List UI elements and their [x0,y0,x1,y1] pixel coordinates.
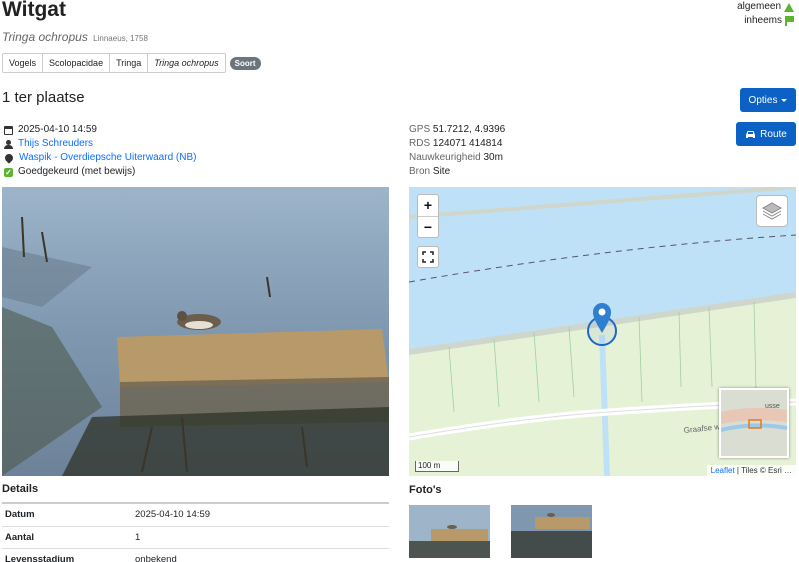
triangle-icon [784,2,794,12]
validation-status: Goedgekeurd (met bewijs) [18,166,136,177]
source-row: Bron Site [409,165,505,179]
leaflet-link[interactable]: Leaflet [711,466,735,475]
layers-icon [761,202,783,220]
fullscreen-button[interactable] [417,246,439,268]
photo-thumbnail-1[interactable] [409,505,490,558]
user-icon [4,139,13,149]
crumb-genus[interactable]: Tringa [110,53,149,73]
location-link[interactable]: Waspik - Overdiepsche Uiterwaard (NB) [19,151,196,165]
minimap-tiles: usse [721,390,787,456]
car-icon [746,131,756,138]
crumb-class[interactable]: Vogels [2,53,44,73]
rank-badge: Soort [229,56,261,70]
details-label: Datum [2,504,132,527]
route-button[interactable]: Route [736,122,796,146]
meta-date: 2025-04-10 14:59 [4,123,196,137]
zoom-out-button[interactable]: − [418,217,438,239]
species-common-name: Witgat [2,0,66,21]
observation-heading: 1 ter plaatse [2,89,85,106]
rds-value: 124071 414814 [432,138,503,149]
observation-photo[interactable] [2,187,389,476]
table-row: Datum 2025-04-10 14:59 [2,504,389,527]
location-map[interactable]: Graafse w + − usse 100 m Leaflet | Tiles… [409,187,796,476]
accuracy-label: Nauwkeurigheid [409,152,481,163]
zoom-in-button[interactable]: + [418,195,438,217]
minimap-label: usse [765,403,780,410]
species-author: Linnaeus, 1758 [93,34,148,43]
photo-thumbnail-2[interactable] [511,505,592,558]
species-scientific-name: Tringa ochropus Linnaeus, 1758 [2,30,148,44]
accuracy-value: 30m [483,152,503,163]
calendar-icon [4,125,13,135]
observation-meta: 2025-04-10 14:59 Thijs Schreuders Waspik… [3,123,196,179]
meta-date-value: 2025-04-10 14:59 [18,124,97,135]
details-title: Details [2,483,39,495]
thumbnail-image [511,505,592,558]
table-row: Aantal 1 [2,526,389,549]
species-status: algemeen inheems [737,0,794,28]
minimap[interactable]: usse [719,388,789,458]
status-abundance: algemeen [737,0,794,14]
geo-info: GPS 51.7212, 4.9396 RDS 124071 414814 Na… [409,123,505,179]
meta-validation: ✓ Goedgekeurd (met bewijs) [4,165,196,179]
zoom-control: + − [417,194,439,238]
layers-button[interactable] [756,195,788,227]
route-button-label: Route [760,128,787,140]
details-value: 1 [132,526,389,549]
caret-down-icon [781,98,788,102]
fullscreen-icon [422,251,434,263]
rds-row: RDS 124071 414814 [409,137,505,151]
observer-link[interactable]: Thijs Schreuders [18,137,93,151]
details-label: Aantal [2,526,132,549]
details-value: onbekend [132,548,389,562]
bird-photo-image [2,187,389,476]
thumbnail-image [409,505,490,558]
crumb-family[interactable]: Scolopacidae [43,53,111,73]
map-scale: 100 m [415,461,459,472]
attribution-text: | Tiles © Esri … [734,466,792,475]
check-square-icon: ✓ [4,167,13,177]
meta-observer: Thijs Schreuders [4,137,196,151]
source-value: Site [432,166,451,177]
gps-label: GPS [409,124,431,135]
taxonomy-breadcrumb: Vogels Scolopacidae Tringa Tringa ochrop… [2,53,261,73]
status-origin-label: inheems [744,15,782,26]
crumb-species[interactable]: Tringa ochropus [148,53,226,73]
details-value: 2025-04-10 14:59 [132,504,389,527]
rds-label: RDS [409,138,431,149]
opties-button[interactable]: Opties [740,88,796,112]
accuracy-row: Nauwkeurigheid 30m [409,151,505,165]
scientific-name: Tringa ochropus [2,30,88,44]
gps-row: GPS 51.7212, 4.9396 [409,123,505,137]
opties-button-label: Opties [748,94,778,106]
status-origin: inheems [737,14,794,28]
source-label: Bron [409,166,431,177]
flag-icon [785,16,794,26]
meta-location: Waspik - Overdiepsche Uiterwaard (NB) [3,151,196,165]
photos-title: Foto's [409,484,442,496]
details-label: Levensstadium [2,548,132,562]
gps-value: 51.7212, 4.9396 [432,124,506,135]
map-marker-icon [3,152,15,164]
status-abundance-label: algemeen [737,1,781,12]
details-table: Datum 2025-04-10 14:59 Aantal 1 Levensst… [2,504,389,562]
table-row: Levensstadium onbekend [2,548,389,562]
map-attribution: Leaflet | Tiles © Esri … [706,465,796,476]
